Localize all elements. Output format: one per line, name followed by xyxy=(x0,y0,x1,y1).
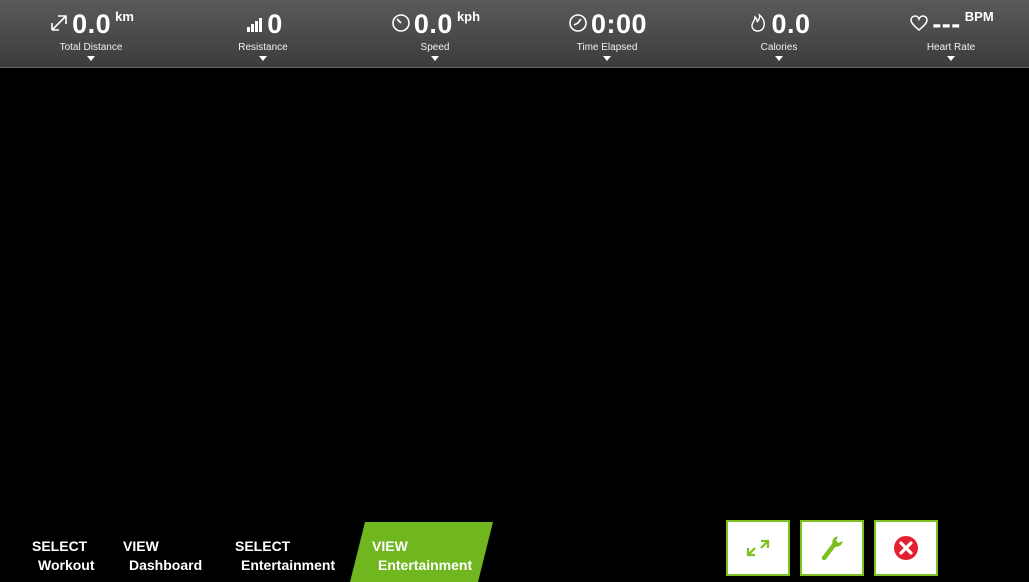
nav-line2: Workout xyxy=(38,557,95,573)
speed-unit: kph xyxy=(456,9,481,24)
select-workout-button[interactable]: SELECT Workout xyxy=(32,522,122,582)
view-dashboard-button[interactable]: VIEW Dashboard xyxy=(123,522,233,582)
resistance-label: Resistance xyxy=(238,42,288,53)
caret-down-icon xyxy=(259,56,267,61)
caret-down-icon xyxy=(87,56,95,61)
heart-rate-value: --- xyxy=(932,9,961,39)
clock-icon xyxy=(567,12,589,34)
speedometer-icon xyxy=(390,12,412,34)
nav-line2: Dashboard xyxy=(129,557,203,573)
total-distance-label: Total Distance xyxy=(59,42,123,53)
view-entertainment-button[interactable]: VIEW Entertainment xyxy=(350,522,493,582)
nav-line2: Entertainment xyxy=(241,557,336,573)
settings-button[interactable] xyxy=(800,520,864,576)
resistance-value: 0 xyxy=(267,9,283,39)
fullscreen-button[interactable] xyxy=(726,520,790,576)
metric-time-elapsed[interactable]: 0:00 Time Elapsed xyxy=(521,0,693,68)
nav-line1: VIEW xyxy=(372,538,408,554)
caret-down-icon xyxy=(947,56,955,61)
metrics-bar: 0.0 km Total Distance 0 Resistance 0.0 k… xyxy=(0,0,1029,68)
nav-line1: VIEW xyxy=(123,538,159,554)
heart-rate-label: Heart Rate xyxy=(926,42,976,53)
heart-rate-unit: BPM xyxy=(964,9,994,24)
expand-arrow-icon xyxy=(48,12,70,34)
total-distance-unit: km xyxy=(115,9,134,24)
close-icon xyxy=(889,531,923,565)
nav-line2: Entertainment xyxy=(378,557,473,573)
heart-icon xyxy=(908,12,930,34)
calories-value: 0.0 xyxy=(771,9,811,39)
caret-down-icon xyxy=(603,56,611,61)
metric-resistance[interactable]: 0 Resistance xyxy=(177,0,349,68)
metric-speed[interactable]: 0.0 kph Speed xyxy=(349,0,521,68)
close-button[interactable] xyxy=(874,520,938,576)
speed-label: Speed xyxy=(420,42,450,53)
nav-line1: SELECT xyxy=(32,538,88,554)
time-elapsed-label: Time Elapsed xyxy=(576,42,638,53)
nav-line1: SELECT xyxy=(235,538,291,554)
metric-heart-rate[interactable]: --- BPM Heart Rate xyxy=(865,0,1029,68)
caret-down-icon xyxy=(775,56,783,61)
fullscreen-icon xyxy=(741,531,775,565)
metric-calories[interactable]: 0.0 Calories xyxy=(693,0,865,68)
metric-total-distance[interactable]: 0.0 km Total Distance xyxy=(5,0,177,68)
wrench-icon xyxy=(815,531,849,565)
calories-label: Calories xyxy=(760,42,798,53)
caret-down-icon xyxy=(431,56,439,61)
speed-value: 0.0 xyxy=(413,9,453,39)
signal-bars-icon xyxy=(243,12,265,34)
select-entertainment-button[interactable]: SELECT Entertainment xyxy=(235,522,360,582)
flame-icon xyxy=(747,12,769,34)
total-distance-value: 0.0 xyxy=(72,9,112,39)
time-elapsed-value: 0:00 xyxy=(590,9,648,39)
